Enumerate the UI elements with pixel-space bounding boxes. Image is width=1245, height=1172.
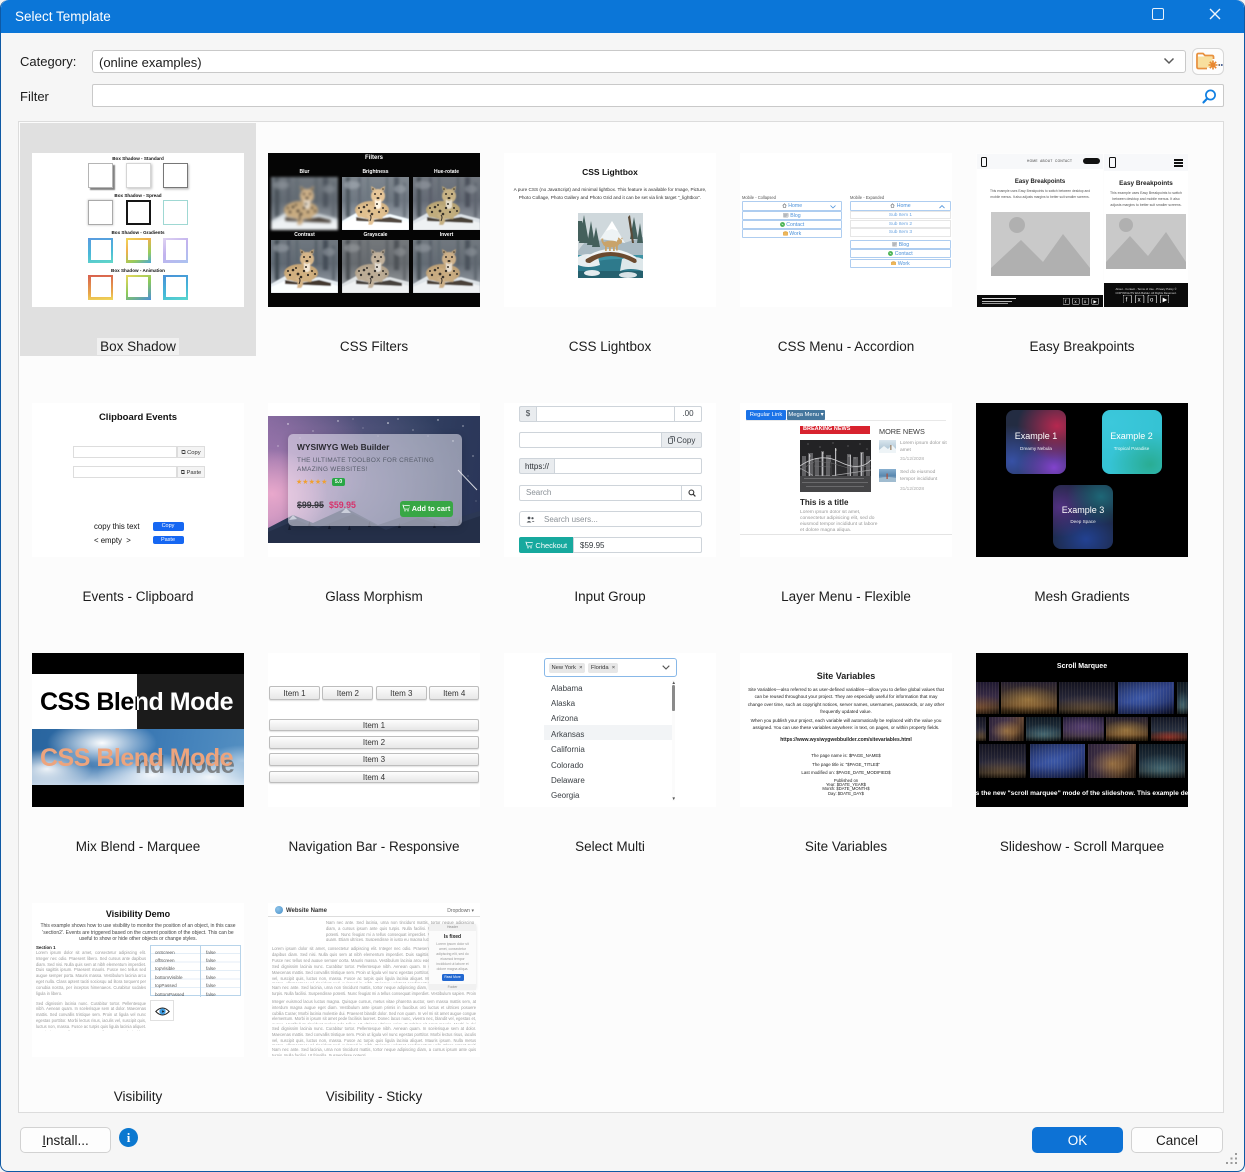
- svg-text:f: f: [1126, 298, 1128, 304]
- svg-text:▶: ▶: [1093, 299, 1097, 304]
- svg-text:x: x: [1138, 298, 1141, 304]
- svg-text:o: o: [1150, 298, 1154, 304]
- svg-text:▶: ▶: [1163, 297, 1168, 303]
- svg-text:x: x: [1074, 299, 1077, 304]
- svg-text:f: f: [1065, 299, 1067, 304]
- svg-text:o: o: [1084, 299, 1087, 304]
